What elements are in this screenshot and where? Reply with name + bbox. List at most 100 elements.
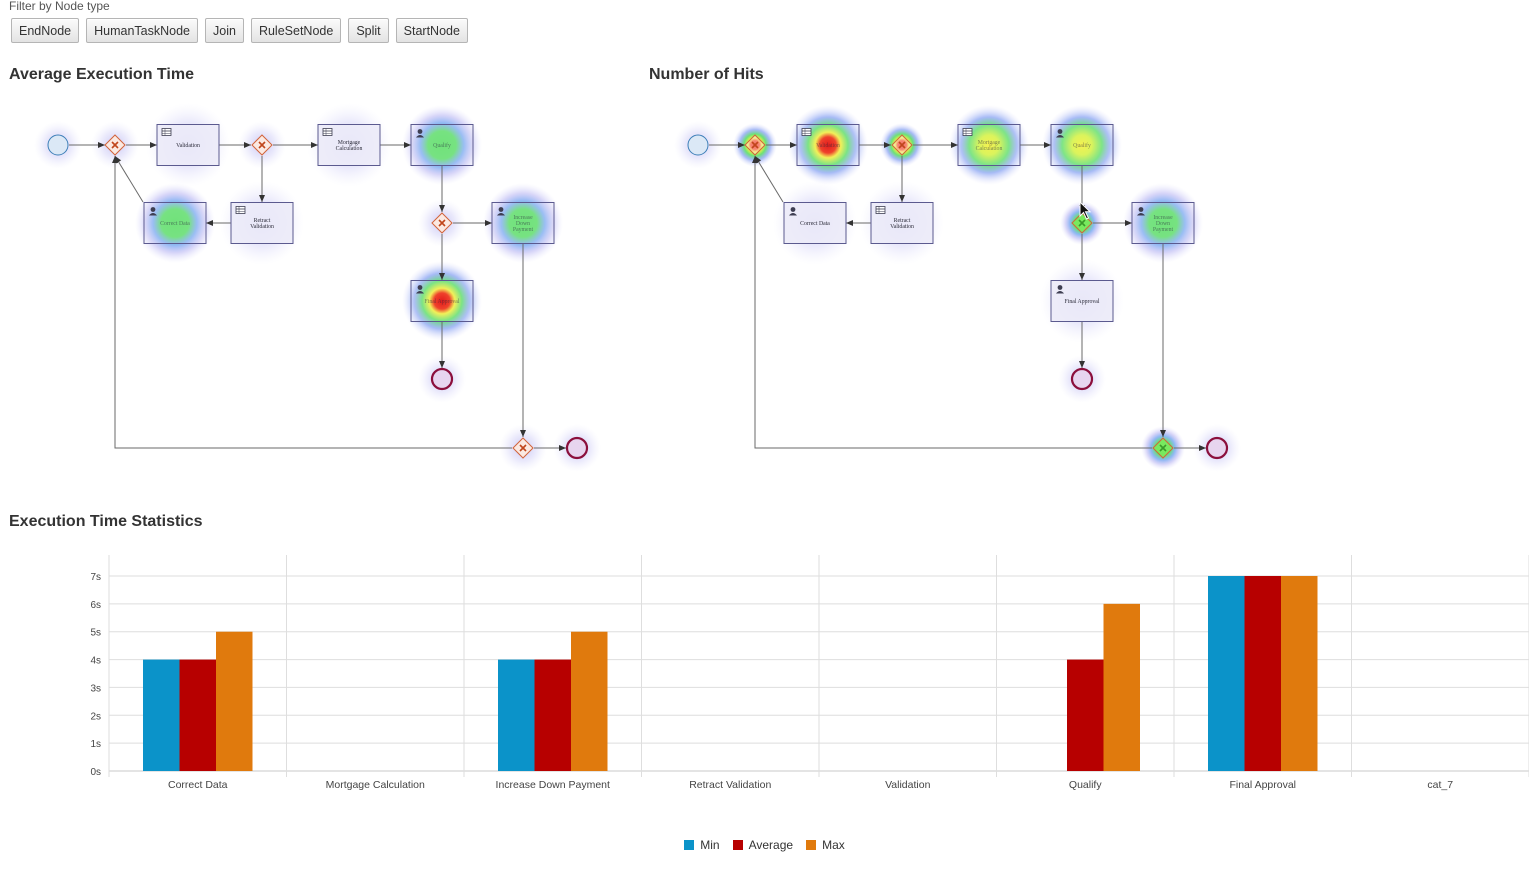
task-label: Validation bbox=[176, 143, 200, 149]
bar-max[interactable] bbox=[571, 631, 608, 771]
y-tick-label: 3s bbox=[90, 683, 101, 694]
y-tick-label: 4s bbox=[90, 656, 101, 667]
bar-average[interactable] bbox=[534, 659, 572, 771]
task-label: Payment bbox=[1153, 227, 1174, 233]
bar-series-layer bbox=[143, 576, 1318, 771]
final-approval-task[interactable]: Final Approval bbox=[410, 280, 474, 322]
legend-item-min[interactable]: Min bbox=[684, 838, 720, 852]
business-rule-icon bbox=[801, 128, 812, 136]
legend-label-min: Min bbox=[700, 838, 720, 852]
filter-startnode-button[interactable]: StartNode bbox=[395, 18, 468, 43]
end-event[interactable] bbox=[1070, 367, 1094, 391]
filter-split-button[interactable]: Split bbox=[348, 18, 389, 43]
filter-bar: EndNode HumanTaskNode Join RuleSetNode S… bbox=[11, 18, 468, 43]
task-label: Down bbox=[1156, 221, 1170, 227]
task-label: Final Approval bbox=[1065, 299, 1100, 305]
task-label: Retract bbox=[894, 218, 911, 224]
task-label: Calculation bbox=[336, 146, 363, 152]
correct-data-task[interactable]: Correct Data bbox=[783, 202, 847, 244]
legend-swatch-max bbox=[806, 840, 817, 850]
task-label: Calculation bbox=[976, 146, 1003, 152]
x-tick-label: Retract Validation bbox=[689, 779, 771, 791]
legend-item-average[interactable]: Average bbox=[732, 838, 794, 852]
validation-task[interactable]: Validation bbox=[156, 124, 220, 166]
bar-max[interactable] bbox=[216, 631, 253, 771]
legend-swatch-average bbox=[732, 840, 743, 850]
filter-humantasknode-button[interactable]: HumanTaskNode bbox=[86, 18, 199, 43]
task-label: Down bbox=[516, 221, 530, 227]
chart-legend: Min Average Max bbox=[0, 838, 1529, 852]
validation-task[interactable]: Validation bbox=[796, 124, 860, 166]
legend-label-average: Average bbox=[748, 838, 794, 852]
x-tick-label: Mortgage Calculation bbox=[326, 779, 425, 791]
qualify-task[interactable]: Qualify bbox=[1050, 124, 1114, 166]
filter-join-button[interactable]: Join bbox=[205, 18, 244, 43]
retract-validation-task[interactable]: RetractValidation bbox=[870, 202, 934, 244]
sequence-flow-layer bbox=[69, 142, 566, 451]
task-label: Increase bbox=[513, 215, 533, 221]
qualify-task[interactable]: Qualify bbox=[410, 124, 474, 166]
start-event[interactable] bbox=[687, 134, 709, 156]
node-layer: Validation MortgageCalculation Qualify Corr… bbox=[47, 124, 589, 460]
end-event[interactable] bbox=[565, 436, 589, 460]
mortgage-calc-task[interactable]: MortgageCalculation bbox=[317, 124, 381, 166]
correct-data-task[interactable]: Correct Data bbox=[143, 202, 207, 244]
y-tick-label: 1s bbox=[90, 739, 101, 750]
filter-rulesetnode-button[interactable]: RuleSetNode bbox=[250, 18, 342, 43]
mouse-pointer-icon bbox=[1079, 201, 1092, 220]
bar-max[interactable] bbox=[1281, 576, 1318, 771]
bar-min[interactable] bbox=[498, 659, 535, 771]
bar-average[interactable] bbox=[1067, 659, 1104, 771]
task-label: Final Approval bbox=[425, 299, 460, 305]
task-label: Validation bbox=[816, 143, 840, 149]
bar-min[interactable] bbox=[1208, 576, 1245, 771]
x-tick-label: Validation bbox=[885, 779, 930, 791]
legend-swatch-min bbox=[684, 840, 695, 850]
bar-average[interactable] bbox=[1244, 576, 1282, 771]
task-label: Validation bbox=[250, 224, 274, 230]
x-tick-label: Correct Data bbox=[168, 779, 228, 791]
x-tick-label: cat_7 bbox=[1427, 779, 1453, 791]
node-layer: Validation MortgageCalculation Qualify Corr… bbox=[687, 124, 1229, 460]
y-tick-label: 2s bbox=[90, 711, 101, 722]
final-approval-task[interactable]: Final Approval bbox=[1050, 280, 1114, 322]
business-rule-icon bbox=[875, 206, 886, 214]
bar-average[interactable] bbox=[179, 659, 217, 771]
bar-min[interactable] bbox=[143, 659, 180, 771]
retract-validation-task[interactable]: RetractValidation bbox=[230, 202, 294, 244]
increase-down-payment-task[interactable]: IncreaseDownPayment bbox=[1131, 202, 1195, 244]
sequence-flow-layer bbox=[709, 142, 1206, 451]
execution-time-bar-chart: 0s 1s 2s 3s 4s 5s 6s 7s Correct Data Mortgage Cal… bbox=[90, 555, 1529, 791]
x-tick-label: Final Approval bbox=[1229, 779, 1296, 791]
task-label: Qualify bbox=[433, 142, 451, 149]
task-label: Retract bbox=[254, 218, 271, 224]
task-label: Validation bbox=[890, 224, 914, 230]
end-event[interactable] bbox=[430, 367, 454, 391]
y-tick-label: 5s bbox=[90, 628, 101, 639]
task-label: Correct Data bbox=[800, 221, 830, 227]
sequence-flow bbox=[754, 155, 784, 203]
avg-execution-heatmap-diagram: Validation MortgageCalculation Qualify Corr… bbox=[34, 103, 601, 472]
avg-execution-time-title: Average Execution Time bbox=[9, 66, 194, 83]
filter-label: Filter by Node type bbox=[9, 0, 110, 13]
filter-endnode-button[interactable]: EndNode bbox=[11, 18, 80, 43]
x-tick-label: Increase Down Payment bbox=[496, 779, 610, 791]
task-label: Mortgage bbox=[978, 140, 1001, 146]
task-label: Increase bbox=[1153, 215, 1173, 221]
y-tick-label: 6s bbox=[90, 600, 101, 611]
task-label: Correct Data bbox=[160, 221, 190, 227]
business-rule-icon bbox=[962, 128, 973, 136]
number-of-hits-heatmap-diagram: Validation MortgageCalculation Qualify Corr… bbox=[674, 105, 1241, 472]
increase-down-payment-task[interactable]: IncreaseDownPayment bbox=[491, 202, 555, 244]
task-label: Payment bbox=[513, 227, 534, 233]
mortgage-calc-task[interactable]: MortgageCalculation bbox=[957, 124, 1021, 166]
end-event[interactable] bbox=[1205, 436, 1229, 460]
legend-label-max: Max bbox=[822, 838, 845, 852]
business-rule-icon bbox=[161, 128, 172, 136]
y-tick-label: 0s bbox=[90, 767, 101, 778]
start-event[interactable] bbox=[47, 134, 69, 156]
legend-item-max[interactable]: Max bbox=[806, 838, 845, 852]
bar-max[interactable] bbox=[1103, 603, 1141, 771]
execution-time-statistics-title: Execution Time Statistics bbox=[9, 513, 203, 530]
x-tick-label: Qualify bbox=[1069, 779, 1102, 791]
